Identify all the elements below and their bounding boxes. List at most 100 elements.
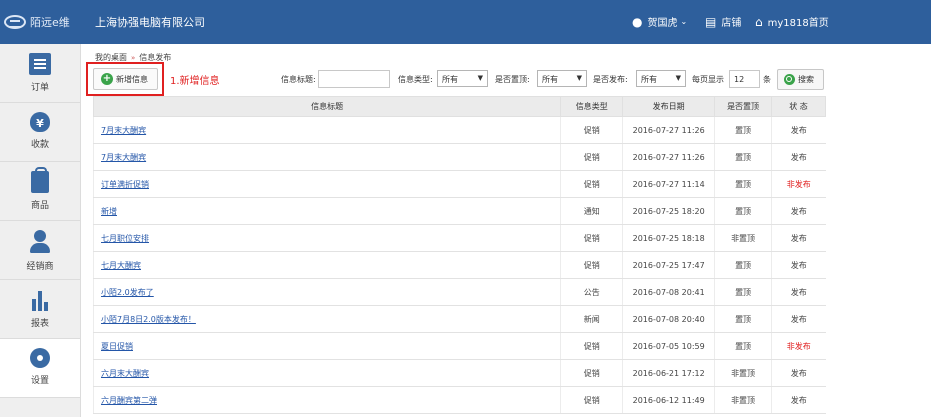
cell-date: 2016-07-27 11:14 (622, 170, 715, 198)
sidebar-item-orders[interactable]: 订单 (0, 44, 80, 103)
table-row: 夏日促销 促销 2016-07-05 10:59 置顶 非发布 (92, 332, 826, 360)
sidebar-item-label: 设置 (30, 376, 49, 386)
cell-top: 非置顶 (714, 386, 772, 414)
home-link[interactable]: ⌂ my1818首页 (755, 14, 829, 30)
bar-chart-icon (30, 289, 50, 311)
info-title-link[interactable]: 7月末大酬宾 (101, 126, 146, 135)
home-icon: ⌂ (755, 14, 763, 29)
chevron-down-icon: ⌄ (680, 17, 688, 26)
publish-filter-value: 所有 (641, 75, 657, 84)
sidebar-item-settings[interactable]: 设置 (0, 339, 80, 398)
money-bag-icon (30, 112, 50, 132)
page-size-label: 每页显示 (692, 75, 724, 84)
top-filter-value: 所有 (542, 75, 558, 84)
cell-title: 小陌7月8日2.0版本发布！ (92, 305, 561, 333)
cell-top: 置顶 (714, 116, 772, 144)
info-title-link[interactable]: 六月酬宾第二弹 (101, 396, 157, 405)
info-title-link[interactable]: 七月职位安排 (101, 234, 149, 243)
shop-icon: ▤ (705, 14, 717, 29)
cell-top: 置顶 (714, 197, 772, 225)
cell-status: 发布 (771, 305, 826, 333)
company-name: 上海协强电脑有限公司 (95, 16, 205, 29)
top-bar: 陌远e维 上海协强电脑有限公司 ● 贺国虎 ⌄ ▤ 店铺 ⌂ my1818首页 (0, 0, 931, 44)
info-title-link[interactable]: 订单满折促销 (101, 180, 149, 189)
sidebar-item-label: 收款 (30, 140, 49, 150)
top-filter-select[interactable]: 所有 ▼ (537, 70, 587, 87)
cell-top: 置顶 (714, 251, 772, 279)
header-title: 信息标题 (92, 96, 562, 117)
cell-top: 置顶 (714, 143, 772, 171)
dropdown-arrow-icon: ▼ (477, 74, 483, 82)
info-title-link[interactable]: 小陌2.0发布了 (101, 288, 154, 297)
cell-top: 置顶 (714, 332, 772, 360)
plus-icon: + (101, 73, 113, 85)
cell-status: 发布 (771, 278, 826, 306)
cell-date: 2016-06-12 11:49 (622, 386, 715, 414)
header-top: 是否置顶 (714, 96, 773, 117)
sidebar-item-dealers[interactable]: 经销商 (0, 221, 80, 280)
user-icon: ● (632, 14, 643, 29)
cell-top: 置顶 (714, 170, 772, 198)
table-row: 7月末大酬宾 促销 2016-07-27 11:26 置顶 发布 (92, 143, 826, 171)
info-title-link[interactable]: 夏日促销 (101, 342, 133, 351)
cell-title: 七月大酬宾 (92, 251, 561, 279)
publish-filter-select[interactable]: 所有 ▼ (636, 70, 686, 87)
sidebar-item-payments[interactable]: 收款 (0, 103, 80, 162)
table-row: 七月大酬宾 促销 2016-07-25 17:47 置顶 发布 (92, 251, 826, 279)
sidebar: 订单 收款 商品 经销商 报表 设置 (0, 44, 81, 417)
sidebar-item-reports[interactable]: 报表 (0, 280, 80, 339)
breadcrumb-root[interactable]: 我的桌面 (95, 53, 127, 62)
cell-type: 促销 (560, 170, 623, 198)
info-title-link[interactable]: 小陌7月8日2.0版本发布！ (101, 315, 196, 324)
add-info-button[interactable]: + 新增信息 (93, 68, 158, 90)
cell-date: 2016-07-27 11:26 (622, 143, 715, 171)
cell-date: 2016-07-25 18:18 (622, 224, 715, 252)
user-name: 贺国虎 (647, 18, 678, 29)
breadcrumb-current: 信息发布 (139, 53, 172, 62)
header-status: 状 态 (771, 96, 826, 117)
cell-top: 非置顶 (714, 359, 772, 387)
title-filter-input[interactable] (318, 70, 390, 88)
cell-top: 非置顶 (714, 224, 772, 252)
table-row: 7月末大酬宾 促销 2016-07-27 11:26 置顶 发布 (92, 116, 826, 144)
info-title-link[interactable]: 7月末大酬宾 (101, 153, 146, 162)
info-title-link[interactable]: 六月末大酬宾 (101, 369, 149, 378)
cell-status: 非发布 (771, 332, 826, 360)
type-filter-value: 所有 (442, 75, 458, 84)
cell-title: 七月职位安排 (92, 224, 561, 252)
cell-type: 新闻 (560, 305, 623, 333)
goods-bag-icon (31, 167, 49, 193)
table-row: 小陌2.0发布了 公告 2016-07-08 20:41 置顶 发布 (92, 278, 826, 306)
shop-link[interactable]: ▤ 店铺 (705, 14, 742, 30)
cell-date: 2016-06-21 17:12 (622, 359, 715, 387)
dropdown-arrow-icon: ▼ (576, 74, 582, 82)
cell-date: 2016-07-05 10:59 (622, 332, 715, 360)
user-menu[interactable]: ● 贺国虎 ⌄ (632, 14, 688, 30)
logo[interactable]: 陌远e维 (4, 12, 78, 32)
sidebar-item-goods[interactable]: 商品 (0, 162, 80, 221)
search-icon (784, 74, 795, 85)
cell-date: 2016-07-25 17:47 (622, 251, 715, 279)
page-size-input[interactable] (729, 70, 760, 88)
cell-title: 7月末大酬宾 (92, 116, 561, 144)
table-row: 六月酬宾第二弹 促销 2016-06-12 11:49 非置顶 发布 (92, 386, 826, 414)
cell-title: 六月酬宾第二弹 (92, 386, 561, 414)
cell-status: 发布 (771, 251, 826, 279)
cell-top: 置顶 (714, 305, 772, 333)
order-list-icon (29, 53, 51, 75)
cell-type: 通知 (560, 197, 623, 225)
shop-label: 店铺 (721, 18, 742, 29)
sidebar-item-label: 商品 (30, 201, 49, 211)
cell-title: 7月末大酬宾 (92, 143, 561, 171)
page-size-unit: 条 (763, 75, 771, 84)
cell-type: 促销 (560, 143, 623, 171)
cell-type: 公告 (560, 278, 623, 306)
search-label: 搜索 (798, 75, 814, 84)
dealer-person-icon (29, 230, 51, 254)
type-filter-select[interactable]: 所有 ▼ (437, 70, 488, 87)
cell-type: 促销 (560, 386, 623, 414)
logo-text: 陌远e维 (30, 16, 70, 29)
search-button[interactable]: 搜索 (777, 69, 824, 90)
info-title-link[interactable]: 新增 (101, 207, 117, 216)
info-title-link[interactable]: 七月大酬宾 (101, 261, 141, 270)
